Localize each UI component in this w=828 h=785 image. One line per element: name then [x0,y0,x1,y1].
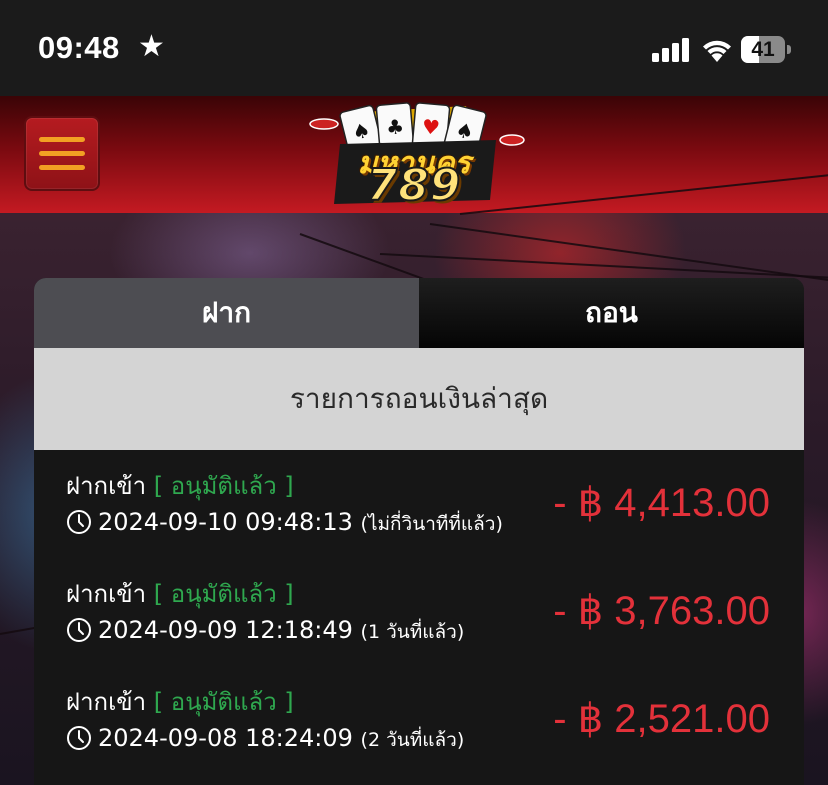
transaction-amount: - ฿ 4,413.00 [553,481,770,525]
status-time: 09:48 [38,30,120,65]
battery-icon: 41 [741,36,791,63]
transaction-ago: (2 วันที่แล้ว) [360,729,465,751]
transaction-time: 2024-09-08 18:24:09 (2 วันที่แล้ว) [66,724,464,755]
tab-deposit[interactable]: ฝาก [34,278,419,348]
battery-level: 41 [751,38,775,61]
transaction-row: ฝากเข้า [ อนุมัติแล้ว ] 2024-09-09 12:18… [34,558,804,666]
transaction-amount: - ฿ 3,763.00 [553,589,770,633]
hamburger-menu-button[interactable] [24,116,100,191]
hamburger-menu-icon [39,137,85,142]
transaction-time: 2024-09-10 09:48:13 (ไม่กี่วินาทีที่แล้ว… [66,508,503,539]
transaction-title: ฝากเข้า [ อนุมัติแล้ว ] [66,574,294,613]
transaction-type: ฝากเข้า [66,580,147,608]
section-title: รายการถอนเงินล่าสุด [34,348,804,450]
app-header: ♠ ♣ ♥ ♠ มหานคร 789 [0,96,828,213]
transaction-status: [ อนุมัติแล้ว ] [153,688,294,716]
svg-text:♥: ♥ [421,114,441,139]
transaction-status: [ อนุมัติแล้ว ] [153,472,294,500]
transaction-row: ฝากเข้า [ อนุมัติแล้ว ] 2024-09-10 09:48… [34,450,804,558]
tabs: ฝาก ถอน [34,278,804,348]
transaction-datetime: 2024-09-09 12:18:49 [98,616,353,644]
star-icon: ★ [138,29,165,64]
site-logo[interactable]: ♠ ♣ ♥ ♠ มหานคร 789 [300,100,528,212]
transaction-row: ฝากเข้า [ อนุมัติแล้ว ] 2024-09-08 18:24… [34,666,804,774]
transactions-panel: ฝาก ถอน รายการถอนเงินล่าสุด ฝากเข้า [ อน… [34,278,804,785]
clock-icon [67,510,91,534]
transaction-datetime: 2024-09-08 18:24:09 [98,724,353,752]
status-bar: 09:48 ★ 41 [0,0,828,96]
transaction-time: 2024-09-09 12:18:49 (1 วันที่แล้ว) [66,616,464,647]
transaction-datetime: 2024-09-10 09:48:13 [98,508,353,536]
transaction-ago: (ไม่กี่วินาทีที่แล้ว) [360,513,503,535]
clock-icon [67,618,91,642]
transaction-ago: (1 วันที่แล้ว) [360,621,465,643]
svg-text:♣: ♣ [385,114,405,139]
transaction-type: ฝากเข้า [66,472,147,500]
clock-icon [67,726,91,750]
transaction-type: ฝากเข้า [66,688,147,716]
tab-withdraw[interactable]: ถอน [419,278,804,348]
wifi-icon [703,40,731,62]
transaction-status: [ อนุมัติแล้ว ] [153,580,294,608]
cellular-signal-icon [652,38,689,62]
logo-text-number: 789 [366,159,462,212]
transaction-title: ฝากเข้า [ อนุมัติแล้ว ] [66,466,294,505]
transaction-title: ฝากเข้า [ อนุมัติแล้ว ] [66,682,294,721]
transaction-amount: - ฿ 2,521.00 [553,697,770,741]
